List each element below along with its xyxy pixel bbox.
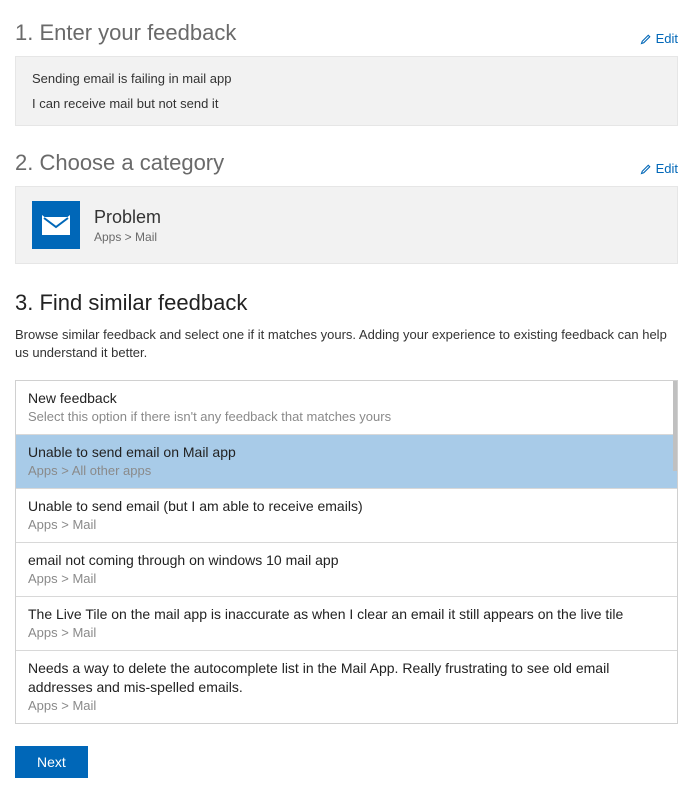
similar-feedback-list: New feedbackSelect this option if there … [15, 380, 678, 723]
feedback-list-item[interactable]: Unable to send email on Mail appApps > A… [16, 435, 677, 489]
step3-description: Browse similar feedback and select one i… [15, 326, 678, 362]
feedback-item-title: email not coming through on windows 10 m… [28, 551, 665, 570]
feedback-item-sub: Apps > All other apps [28, 463, 665, 478]
feedback-item-title: New feedback [28, 389, 665, 408]
step2-title: 2. Choose a category [15, 150, 224, 176]
edit-label: Edit [656, 161, 678, 176]
step3-header: 3. Find similar feedback [15, 290, 678, 316]
feedback-item-title: Unable to send email (but I am able to r… [28, 497, 665, 516]
step1-edit-link[interactable]: Edit [640, 31, 678, 46]
category-text: Problem Apps > Mail [94, 207, 161, 244]
feedback-item-title: The Live Tile on the mail app is inaccur… [28, 605, 665, 624]
step2-edit-link[interactable]: Edit [640, 161, 678, 176]
step1-title: 1. Enter your feedback [15, 20, 236, 46]
scrollbar-thumb[interactable] [673, 381, 677, 471]
mail-icon [32, 201, 80, 249]
step1-header: 1. Enter your feedback Edit [15, 20, 678, 46]
next-button[interactable]: Next [15, 746, 88, 778]
feedback-item-sub: Apps > Mail [28, 625, 665, 640]
pencil-icon [640, 163, 652, 175]
step2-category-box: Problem Apps > Mail [15, 186, 678, 264]
feedback-item-sub: Apps > Mail [28, 698, 665, 713]
feedback-item-sub: Apps > Mail [28, 571, 665, 586]
category-path: Apps > Mail [94, 230, 161, 244]
feedback-list-item[interactable]: Needs a way to delete the autocomplete l… [16, 651, 677, 723]
step2-header: 2. Choose a category Edit [15, 150, 678, 176]
feedback-list-item[interactable]: Unable to send email (but I am able to r… [16, 489, 677, 543]
pencil-icon [640, 33, 652, 45]
feedback-list-item[interactable]: The Live Tile on the mail app is inaccur… [16, 597, 677, 651]
feedback-list-item[interactable]: New feedbackSelect this option if there … [16, 381, 677, 435]
feedback-item-sub: Select this option if there isn't any fe… [28, 409, 665, 424]
edit-label: Edit [656, 31, 678, 46]
feedback-item-sub: Apps > Mail [28, 517, 665, 532]
feedback-item-title: Needs a way to delete the autocomplete l… [28, 659, 665, 697]
category-name: Problem [94, 207, 161, 228]
feedback-body-text: I can receive mail but not send it [32, 96, 661, 111]
step3-title: 3. Find similar feedback [15, 290, 247, 316]
feedback-list-item[interactable]: email not coming through on windows 10 m… [16, 543, 677, 597]
feedback-item-title: Unable to send email on Mail app [28, 443, 665, 462]
feedback-title-text: Sending email is failing in mail app [32, 71, 661, 86]
step1-summary-box: Sending email is failing in mail app I c… [15, 56, 678, 126]
